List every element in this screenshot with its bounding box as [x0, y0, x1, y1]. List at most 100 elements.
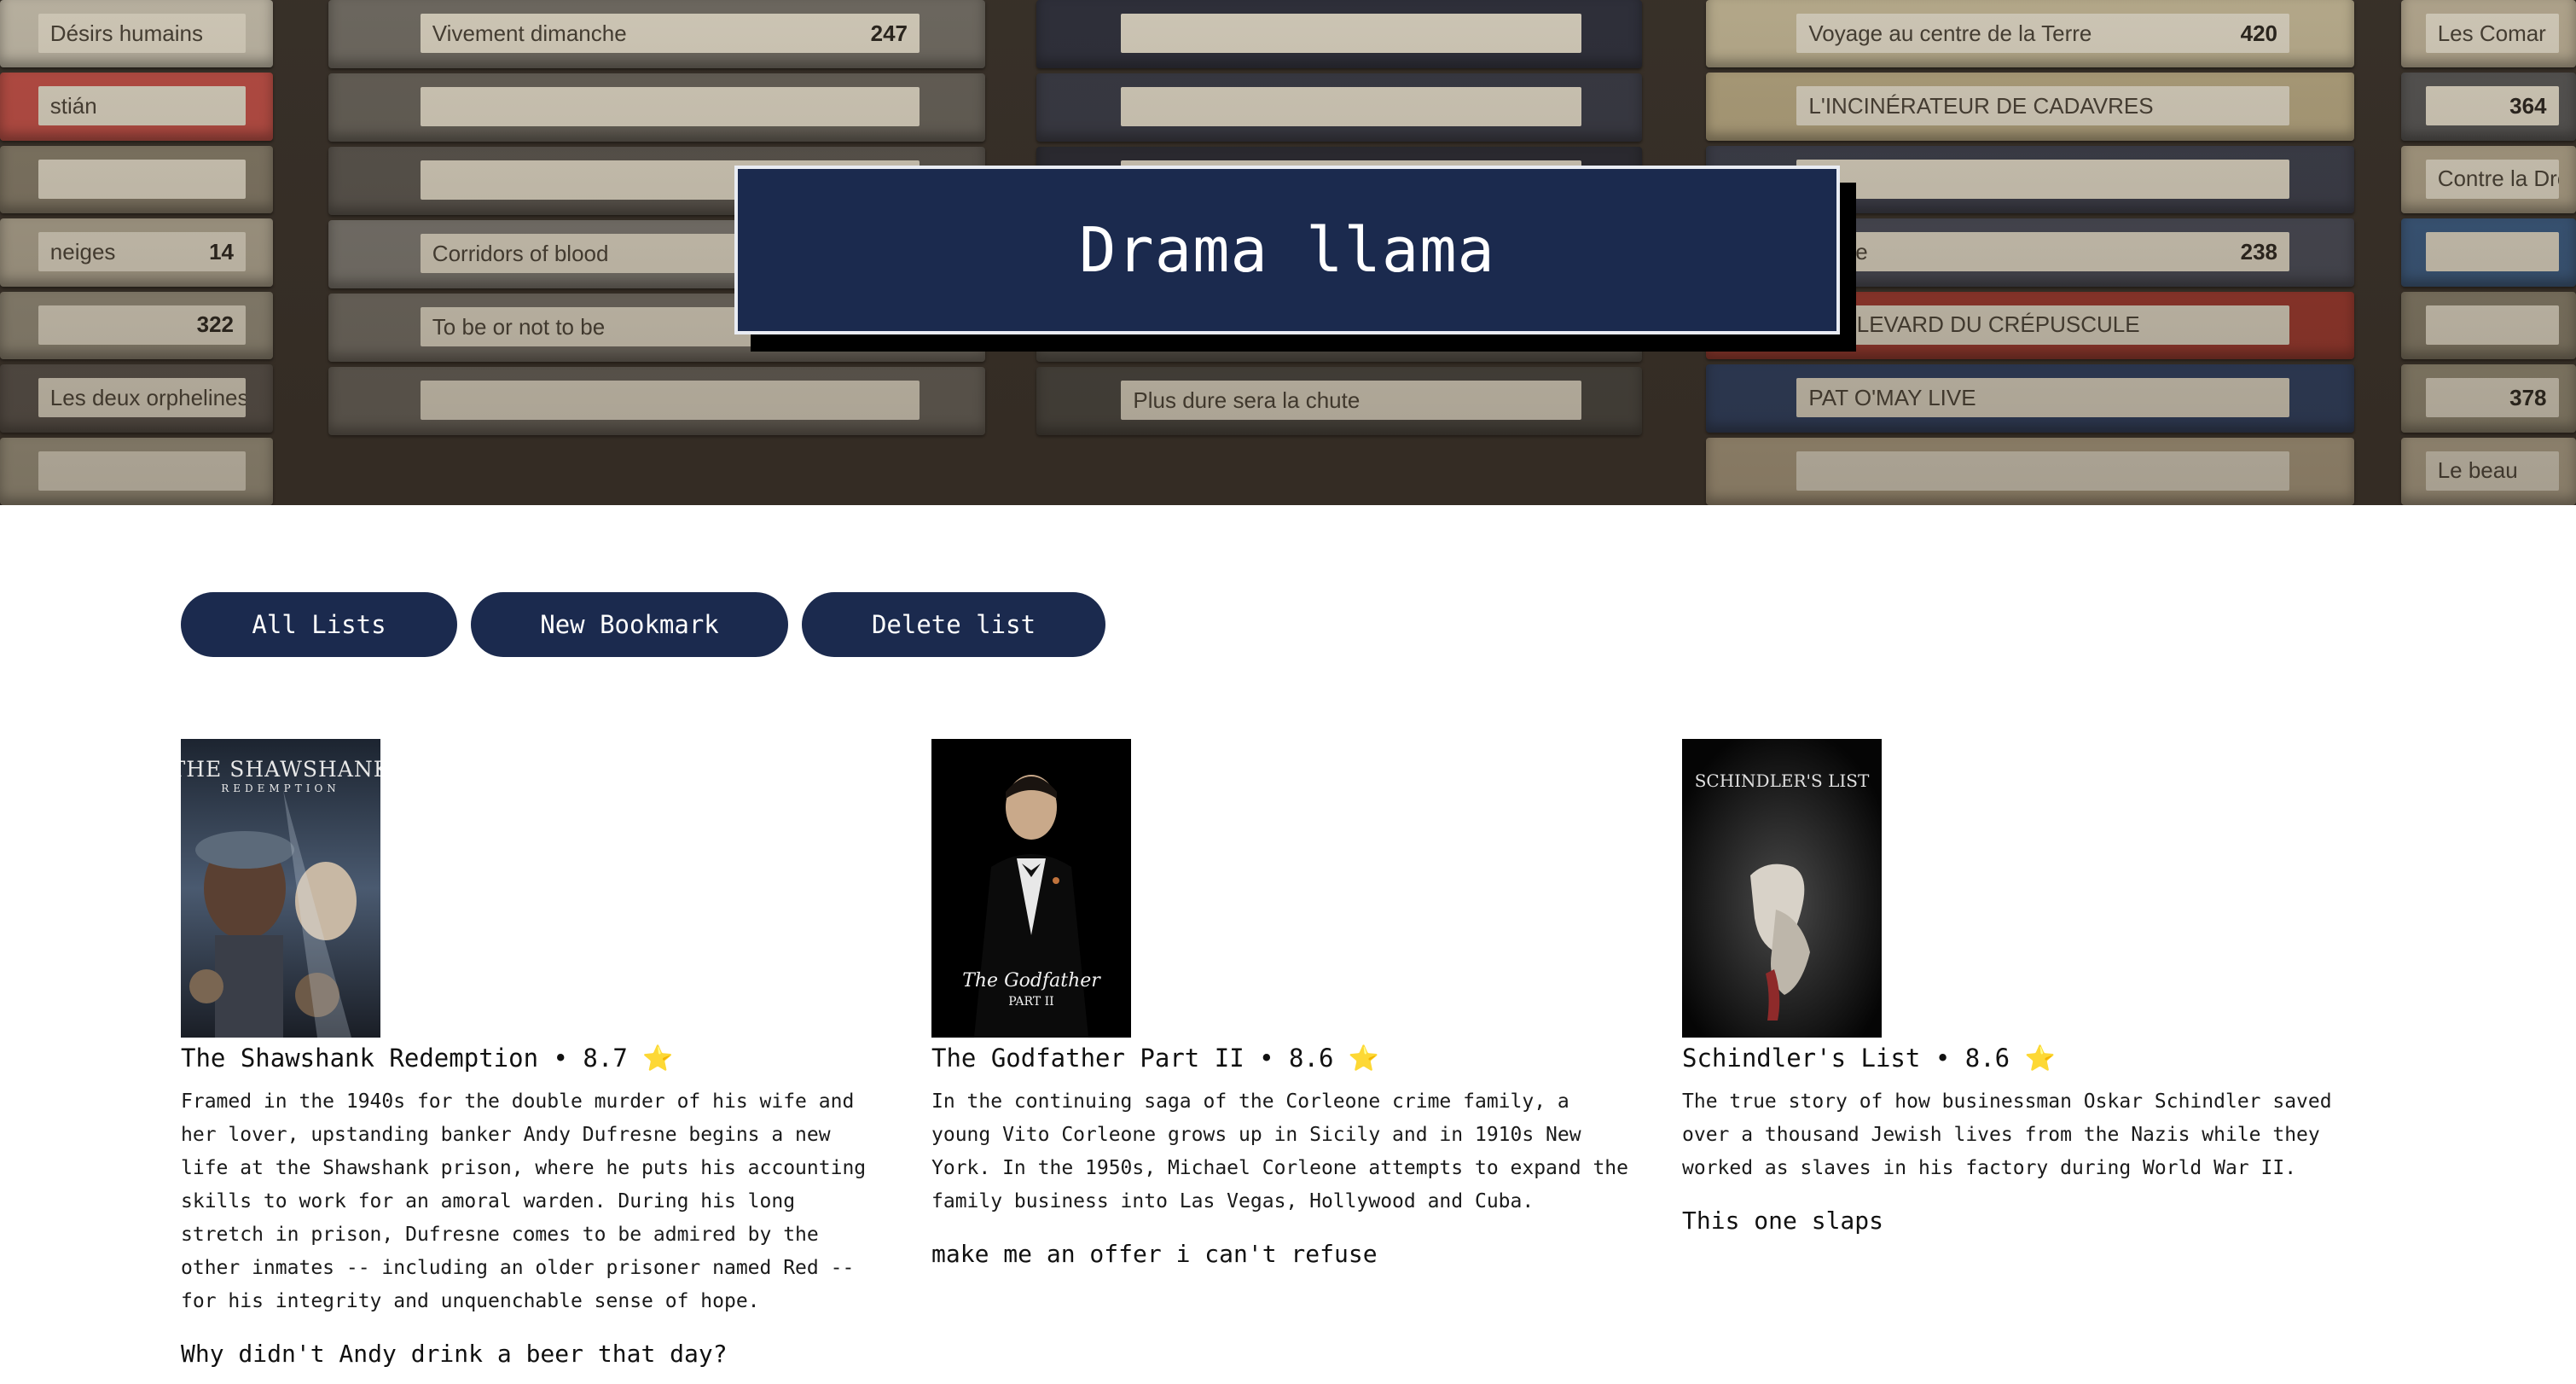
vhs-tape-label: 322	[38, 305, 246, 345]
movie-note: make me an offer i can't refuse	[931, 1240, 1378, 1268]
vhs-tape	[2401, 218, 2576, 287]
vhs-tape: Désirs humains	[0, 0, 273, 68]
title-box: Drama llama	[734, 166, 1840, 334]
vhs-tape: Contre la Dro	[2401, 145, 2576, 214]
vhs-tape-label: neiges 14	[38, 232, 246, 272]
vhs-tape: stián	[0, 73, 273, 141]
vhs-tape: 322	[0, 291, 273, 360]
movie-note: This one slaps	[1682, 1207, 1884, 1235]
poster-art: THE SHAWSHANK REDEMPTION	[181, 739, 380, 1038]
vhs-tape: 378	[2401, 364, 2576, 433]
vhs-tape: L'INCINÉRATEUR DE CADAVRES	[1706, 73, 2354, 141]
vhs-tape: Les deux orphelines	[0, 364, 273, 433]
vhs-tape-title: To be or not to be	[432, 313, 606, 340]
poster-art: SCHINDLER'S LIST	[1682, 739, 1882, 1038]
vhs-tape-label: umise238	[1796, 232, 2289, 272]
vhs-tape: 364	[2401, 73, 2576, 141]
vhs-tape: neiges 14	[0, 218, 273, 287]
vhs-tape-number: 322	[196, 311, 234, 338]
movie-note: Why didn't Andy drink a beer that day?	[181, 1340, 728, 1368]
star-icon: ⭐	[642, 1044, 674, 1073]
vhs-tape-label: 378	[2425, 378, 2559, 418]
vhs-tape-label: Les deux orphelines	[38, 378, 246, 418]
vhs-tape-label	[2425, 232, 2559, 272]
all-lists-button[interactable]: All Lists	[181, 592, 457, 657]
vhs-tape-title: Contre la Dro	[2437, 166, 2559, 192]
vhs-tape-number: 364	[2509, 92, 2547, 119]
star-icon: ⭐	[2024, 1044, 2056, 1073]
movie-poster-schindler[interactable]: SCHINDLER'S LIST	[1682, 739, 1882, 1038]
vhs-tape-label: 364	[2425, 86, 2559, 126]
new-bookmark-button[interactable]: New Bookmark	[471, 592, 788, 657]
movie-title-line: Schindler's List • 8.6 ⭐	[1682, 1041, 2390, 1075]
movie-title: Schindler's List	[1682, 1044, 1921, 1073]
vhs-tape	[1036, 0, 1642, 68]
movie-rating: 8.7	[583, 1044, 628, 1073]
hero-banner: Désirs humains stián neiges 14 322 Les deux o…	[0, 0, 2576, 505]
vhs-tape	[1036, 73, 1642, 142]
vhs-tape-label	[38, 159, 246, 199]
vhs-tape-label: Contre la Dro	[2425, 159, 2559, 199]
vhs-tape-title: Le beau	[2437, 457, 2518, 484]
vhs-tape	[0, 437, 273, 505]
vhs-tape: Les Comar	[2401, 0, 2576, 68]
vhs-tape-label	[420, 381, 920, 420]
poster-art: The Godfather PART II	[931, 739, 1131, 1038]
vhs-tape-title: PAT O'MAY LIVE	[1808, 384, 1976, 410]
movie-description: In the continuing saga of the Corleone c…	[931, 1090, 1628, 1212]
vhs-tape-title: stián	[49, 92, 97, 119]
vhs-tape-label: Vivement dimanche 247	[420, 14, 920, 53]
page-title: Drama llama	[1079, 214, 1495, 286]
vhs-tape-title: Voyage au centre de la Terre	[1808, 20, 2092, 46]
title-separator: •	[1935, 1044, 1965, 1073]
vhs-tape-title: Les deux orphelines	[49, 384, 246, 410]
poster-heading-text: THE SHAWSHANK	[181, 757, 380, 782]
vhs-tape-label	[1796, 159, 2289, 199]
vhs-tape-label	[420, 87, 920, 126]
movie-card-godfather: The Godfather PART II The Godfather Part…	[931, 739, 1639, 1271]
vhs-tape: Plus dure sera la chute	[1036, 367, 1642, 435]
poster-sub-text: REDEMPTION	[221, 782, 340, 794]
vhs-tape-label: stián	[38, 86, 246, 126]
movie-description: Framed in the 1940s for the double murde…	[181, 1090, 867, 1312]
vhs-tape-label: L'INCINÉRATEUR DE CADAVRES	[1796, 86, 2289, 126]
vhs-tape-label: BOULEVARD DU CRÉPUSCULE	[1796, 305, 2289, 345]
movie-title: The Godfather Part II	[931, 1044, 1244, 1073]
vhs-tape-number: 378	[2509, 384, 2547, 410]
vhs-tape	[328, 367, 985, 435]
shelf-column: Les Comar 364 Contre la Dro 378 Le beau	[2401, 0, 2576, 505]
shelf-column: Désirs humains stián neiges 14 322 Les deux o…	[0, 0, 273, 505]
vhs-tape: Le beau	[2401, 437, 2576, 505]
vhs-tape-title: neiges	[49, 238, 116, 265]
poster-heading-text: The Godfather	[962, 970, 1101, 991]
movie-poster-shawshank[interactable]: THE SHAWSHANK REDEMPTION	[181, 739, 380, 1038]
vhs-tape-label: Plus dure sera la chute	[1121, 381, 1581, 420]
vhs-tape-title: Corridors of blood	[432, 240, 609, 266]
vhs-tape-label: Désirs humains	[38, 14, 246, 53]
vhs-tape-number: 247	[870, 20, 908, 46]
movie-title-line: The Godfather Part II • 8.6 ⭐	[931, 1041, 1639, 1075]
vhs-tape-label	[38, 451, 246, 491]
list-toolbar: All Lists New Bookmark Delete list	[181, 592, 1105, 657]
vhs-tape-number: 420	[2240, 20, 2277, 46]
vhs-tape-title: Plus dure sera la chute	[1133, 387, 1361, 413]
vhs-tape	[2401, 291, 2576, 360]
vhs-tape-number: 238	[2240, 238, 2277, 265]
movie-poster-godfather[interactable]: The Godfather PART II	[931, 739, 1131, 1038]
vhs-tape-title: BOULEVARD DU CRÉPUSCULE	[1808, 311, 2140, 338]
movie-title: The Shawshank Redemption	[181, 1044, 539, 1073]
delete-list-button[interactable]: Delete list	[802, 592, 1105, 657]
vhs-tape-title: Vivement dimanche	[432, 20, 627, 46]
vhs-tape	[0, 145, 273, 214]
vhs-tape	[328, 73, 985, 142]
vhs-tape: PAT O'MAY LIVE	[1706, 364, 2354, 433]
title-separator: •	[1259, 1044, 1290, 1073]
vhs-tape-title: Les Comar	[2437, 20, 2546, 46]
vhs-tape-label	[2425, 305, 2559, 345]
poster-heading-text: SCHINDLER'S LIST	[1695, 771, 1870, 791]
movie-rating: 8.6	[1289, 1044, 1334, 1073]
movie-rating: 8.6	[1964, 1044, 2010, 1073]
vhs-tape: Voyage au centre de la Terre 420	[1706, 0, 2354, 68]
vhs-tape-title: L'INCINÉRATEUR DE CADAVRES	[1808, 92, 2154, 119]
vhs-tape: Vivement dimanche 247	[328, 0, 985, 68]
